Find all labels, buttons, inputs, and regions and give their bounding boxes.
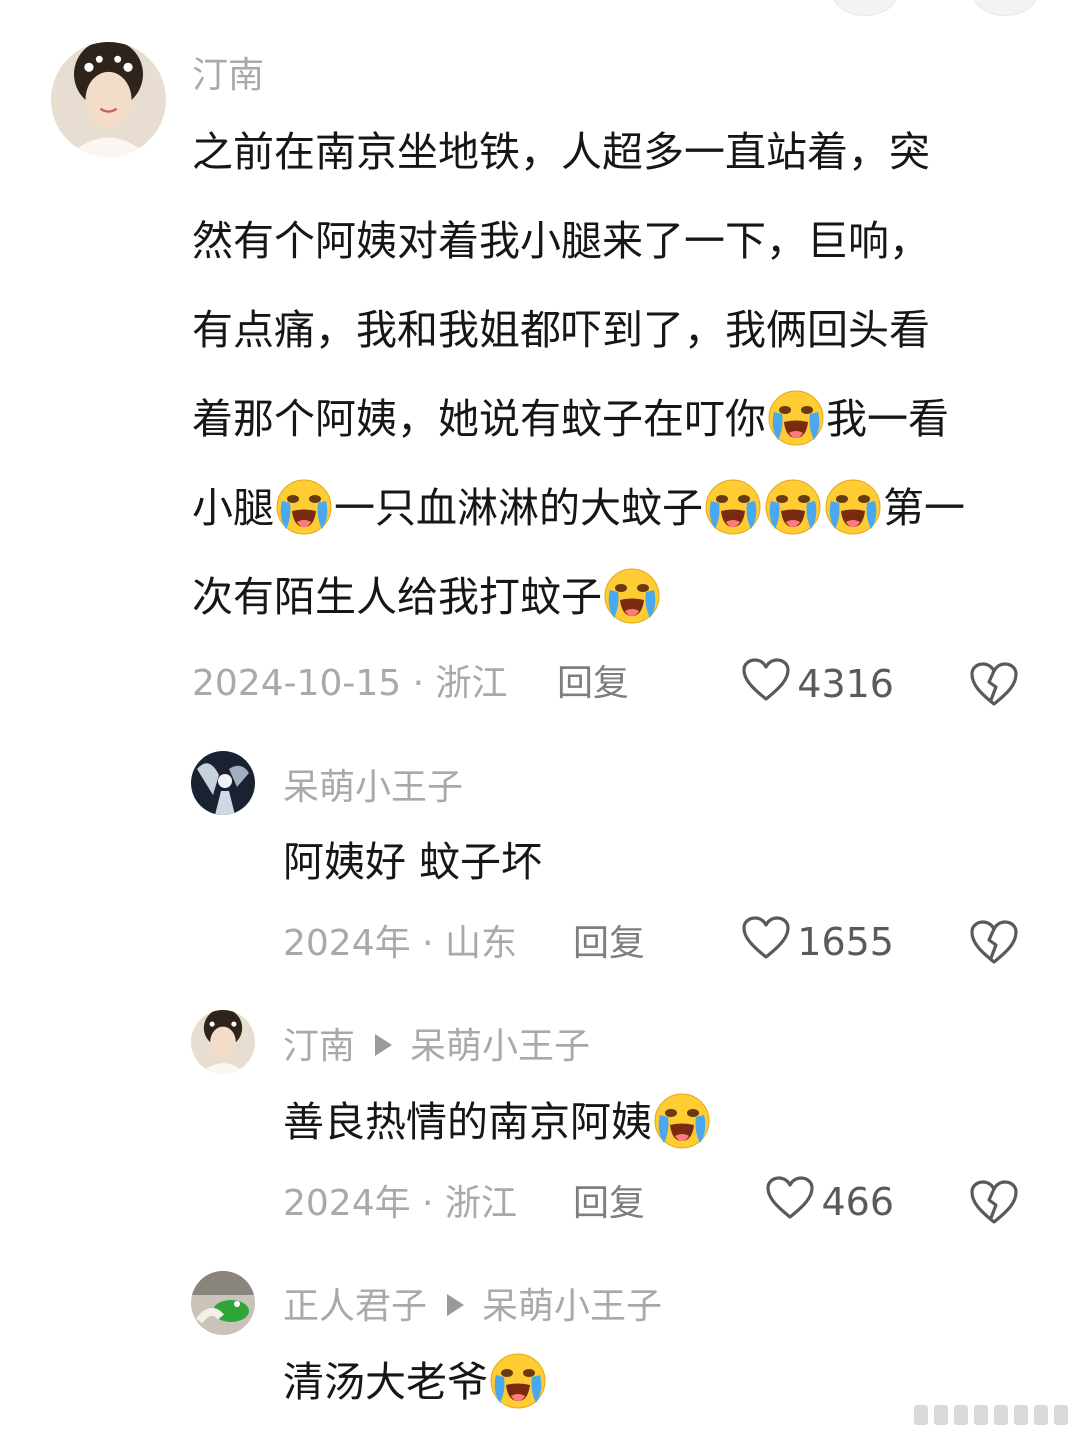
comment-text-line: 善良热情的南京阿姨	[283, 1078, 712, 1167]
comment-text-segment: 第一	[883, 484, 965, 532]
comment-date-location: 2024年 · 山东	[283, 923, 517, 964]
dislike-button[interactable]	[968, 1178, 1020, 1226]
comment-text-segment: 小腿	[192, 484, 274, 532]
comment-text-line: 之前在南京坐地铁，人超多一直站着，突	[192, 108, 965, 197]
avatar[interactable]	[191, 1271, 255, 1335]
comment-text-segment: 着那个阿姨，她说有蚊子在叮你	[192, 395, 766, 443]
crying-face-emoji-icon	[823, 477, 883, 537]
crying-face-emoji-icon	[766, 388, 826, 448]
comment-text: 阿姨好 蚊子坏	[283, 818, 542, 907]
top-button-partial-2[interactable]	[972, 0, 1038, 16]
avatar[interactable]	[191, 751, 255, 815]
crying-face-emoji-icon	[602, 566, 662, 626]
dislike-button[interactable]	[968, 660, 1020, 708]
like-button[interactable]: 4316	[741, 657, 894, 708]
comment-text: 清汤大老爷	[283, 1338, 548, 1427]
comment-text-segment: 然有个阿姨对着我小腿来了一下，巨响，	[192, 217, 930, 265]
crying-face-emoji-icon	[488, 1351, 548, 1411]
comment-author[interactable]: 汀南	[192, 54, 264, 98]
comment-text-segment: 次有陌生人给我打蚊子	[192, 573, 602, 621]
comment-date-location: 2024-10-15 · 浙江	[192, 663, 508, 704]
comment-text-line: 着那个阿姨，她说有蚊子在叮你 我一看	[192, 375, 965, 464]
broken-heart-icon	[968, 920, 1020, 970]
dislike-button[interactable]	[968, 918, 1020, 966]
comment-text-segment: 清汤大老爷	[283, 1358, 488, 1406]
reply-button[interactable]: 回复	[573, 922, 645, 966]
reply-to-name: 呆萌小王子	[482, 1286, 663, 1327]
crying-face-emoji-icon	[763, 477, 823, 537]
comment-text-line: 次有陌生人给我打蚊子	[192, 553, 965, 642]
comment-text-segment: 阿姨好 蚊子坏	[283, 838, 543, 886]
comment-text: 之前在南京坐地铁，人超多一直站着，突 然有个阿姨对着我小腿来了一下，巨响， 有点痛，…	[192, 108, 965, 642]
comment-text-segment: 我一看	[826, 395, 949, 443]
reply-arrow-icon	[375, 1034, 393, 1056]
heart-outline-icon	[741, 657, 791, 712]
reply-button[interactable]: 回复	[557, 662, 629, 706]
comment-text-segment: 之前在南京坐地铁，人超多一直站着，突	[192, 128, 930, 176]
like-count: 4316	[797, 662, 894, 706]
comment-date-location: 2024年 · 浙江	[283, 1183, 517, 1224]
like-button[interactable]: 466	[765, 1175, 894, 1226]
broken-heart-icon	[968, 1180, 1020, 1230]
top-button-partial-1[interactable]	[832, 0, 898, 16]
broken-heart-icon	[968, 662, 1020, 712]
crying-face-emoji-icon	[652, 1091, 712, 1151]
comment-text-segment: 有点痛，我和我姐都吓到了，我俩回头看	[192, 306, 930, 354]
like-count: 466	[821, 1180, 894, 1224]
comment-text-line: 清汤大老爷	[283, 1338, 548, 1427]
comment-text-line: 然有个阿姨对着我小腿来了一下，巨响，	[192, 197, 965, 286]
comment-author[interactable]: 汀南 呆萌小王子	[283, 1025, 590, 1069]
comment-text-line: 有点痛，我和我姐都吓到了，我俩回头看	[192, 286, 965, 375]
reply-to-name: 呆萌小王子	[410, 1026, 591, 1067]
comment-text-segment: 一只血淋淋的大蚊子	[334, 484, 703, 532]
crying-face-emoji-icon	[703, 477, 763, 537]
like-button[interactable]: 1655	[741, 915, 894, 966]
reply-button[interactable]: 回复	[573, 1182, 645, 1226]
watermark	[914, 1405, 1068, 1425]
reply-arrow-icon	[447, 1294, 465, 1316]
comment-author[interactable]: 呆萌小王子	[283, 766, 463, 810]
heart-outline-icon	[765, 1175, 815, 1230]
avatar[interactable]	[51, 42, 166, 157]
like-count: 1655	[797, 920, 894, 964]
comment-text: 善良热情的南京阿姨	[283, 1078, 712, 1167]
comment-author[interactable]: 正人君子 呆萌小王子	[283, 1285, 662, 1329]
comment-text-segment: 善良热情的南京阿姨	[283, 1098, 652, 1146]
crying-face-emoji-icon	[274, 477, 334, 537]
avatar[interactable]	[191, 1010, 255, 1074]
comment-text-line: 小腿 一只血淋淋的大蚊子 第一	[192, 464, 965, 553]
heart-outline-icon	[741, 915, 791, 970]
comment-text-line: 阿姨好 蚊子坏	[283, 818, 542, 907]
